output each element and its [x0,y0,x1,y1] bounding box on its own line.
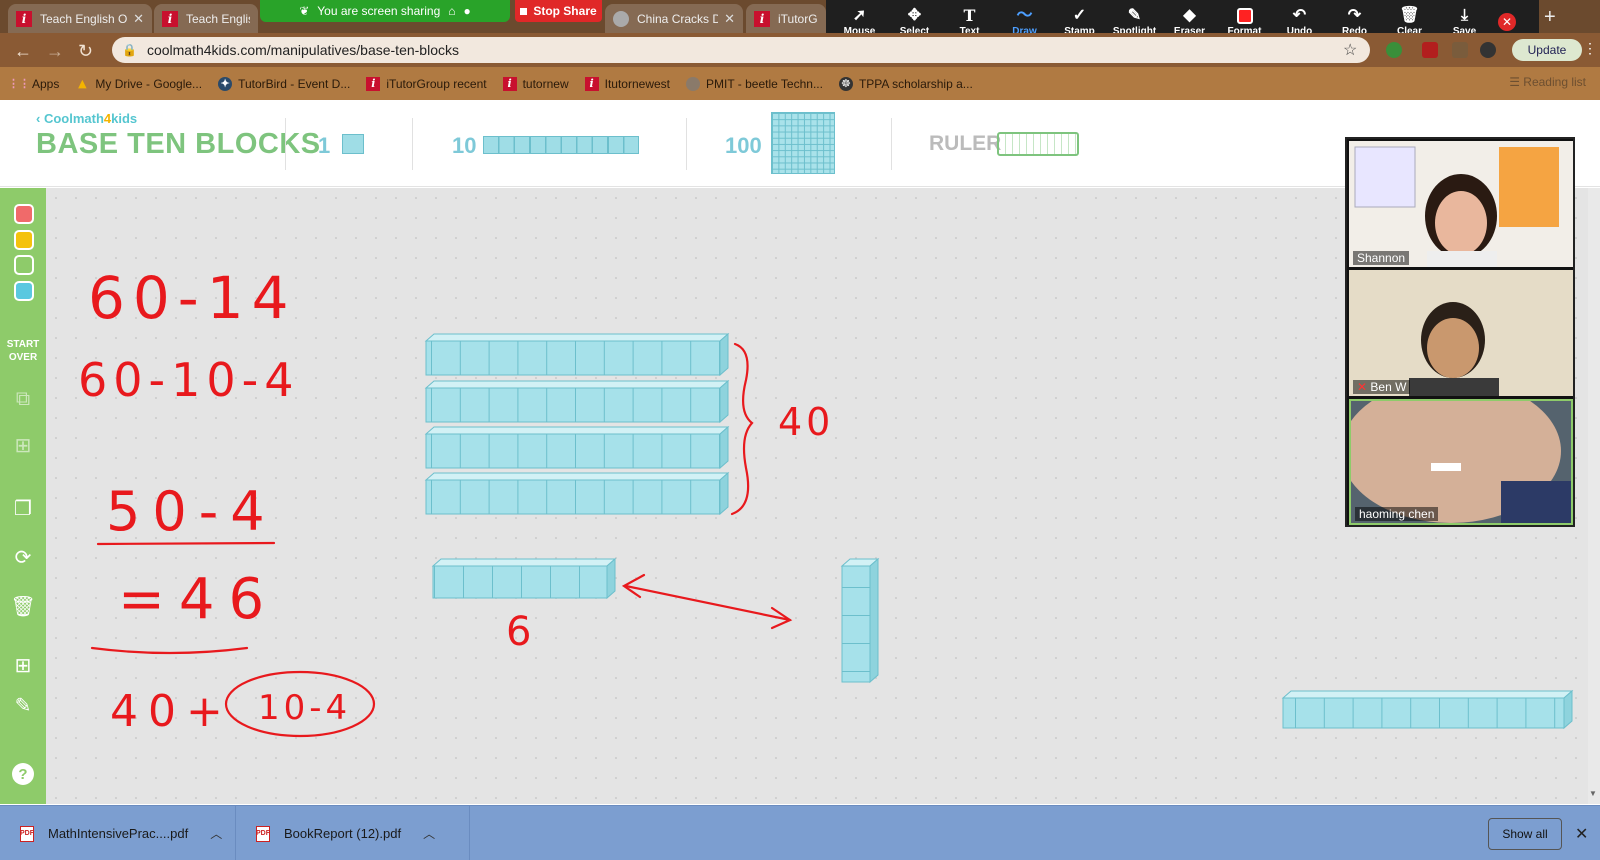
chevron-up-icon[interactable]: ︿ [423,825,435,842]
participant-name: ✕ Ben W [1353,380,1411,394]
video-tile-shannon[interactable]: Shannon [1349,141,1573,267]
downloads-bar: PDF MathIntensivePrac....pdf ︿ PDF BookR… [0,805,1600,860]
participant-video [1349,270,1573,396]
video-gallery: Shannon ✕ Ben W haoming chen [1345,137,1575,527]
chevron-up-icon[interactable]: ︿ [210,825,222,842]
download-filename: MathIntensivePrac....pdf [48,826,189,841]
participant-name: Shannon [1353,251,1410,265]
ink-6-label: 6 [506,609,531,655]
participant-video [1351,401,1571,523]
pdf-file-icon: PDF [256,825,270,842]
ink-60-minus-14: 60-14 [88,264,297,332]
six-ones-row[interactable] [431,557,617,600]
tens-rod[interactable] [424,379,730,424]
video-tile-haoming[interactable]: haoming chen [1349,399,1573,525]
participant-name-text: Ben W [1370,380,1407,394]
tens-rod-group[interactable] [424,332,730,516]
four-ones-column[interactable] [840,557,880,684]
tens-rod[interactable] [424,332,730,377]
tens-rod[interactable] [424,471,730,516]
ink-40-label: 40 [778,400,834,444]
download-item[interactable]: PDF BookReport (12).pdf ︿ [236,806,470,860]
tens-rod[interactable] [1281,689,1574,730]
ink-50-minus-4: 50-4 [106,480,277,543]
show-all-button[interactable]: Show all [1488,818,1562,850]
ink-60-minus-10-minus-4: 60-10-4 [78,353,300,407]
ink-10-minus-4: 10-4 [258,688,351,728]
ink-40-plus: 40+ [110,686,233,737]
close-downloads-icon[interactable]: ✕ [1575,824,1588,844]
ink-underline [90,646,249,655]
video-tile-ben[interactable]: ✕ Ben W [1349,270,1573,396]
tens-rod[interactable] [424,425,730,470]
ink-double-arrow [624,584,792,622]
download-filename: BookReport (12).pdf [284,826,402,841]
pdf-file-icon: PDF [20,825,34,842]
ink-equals-46: =46 [118,567,278,632]
ink-brace [730,342,754,516]
participant-video [1349,141,1573,267]
muted-mic-icon: ✕ [1357,380,1371,394]
ink-divider-line [96,541,276,546]
download-item[interactable]: PDF MathIntensivePrac....pdf ︿ [0,806,236,860]
participant-name: haoming chen [1355,507,1439,521]
